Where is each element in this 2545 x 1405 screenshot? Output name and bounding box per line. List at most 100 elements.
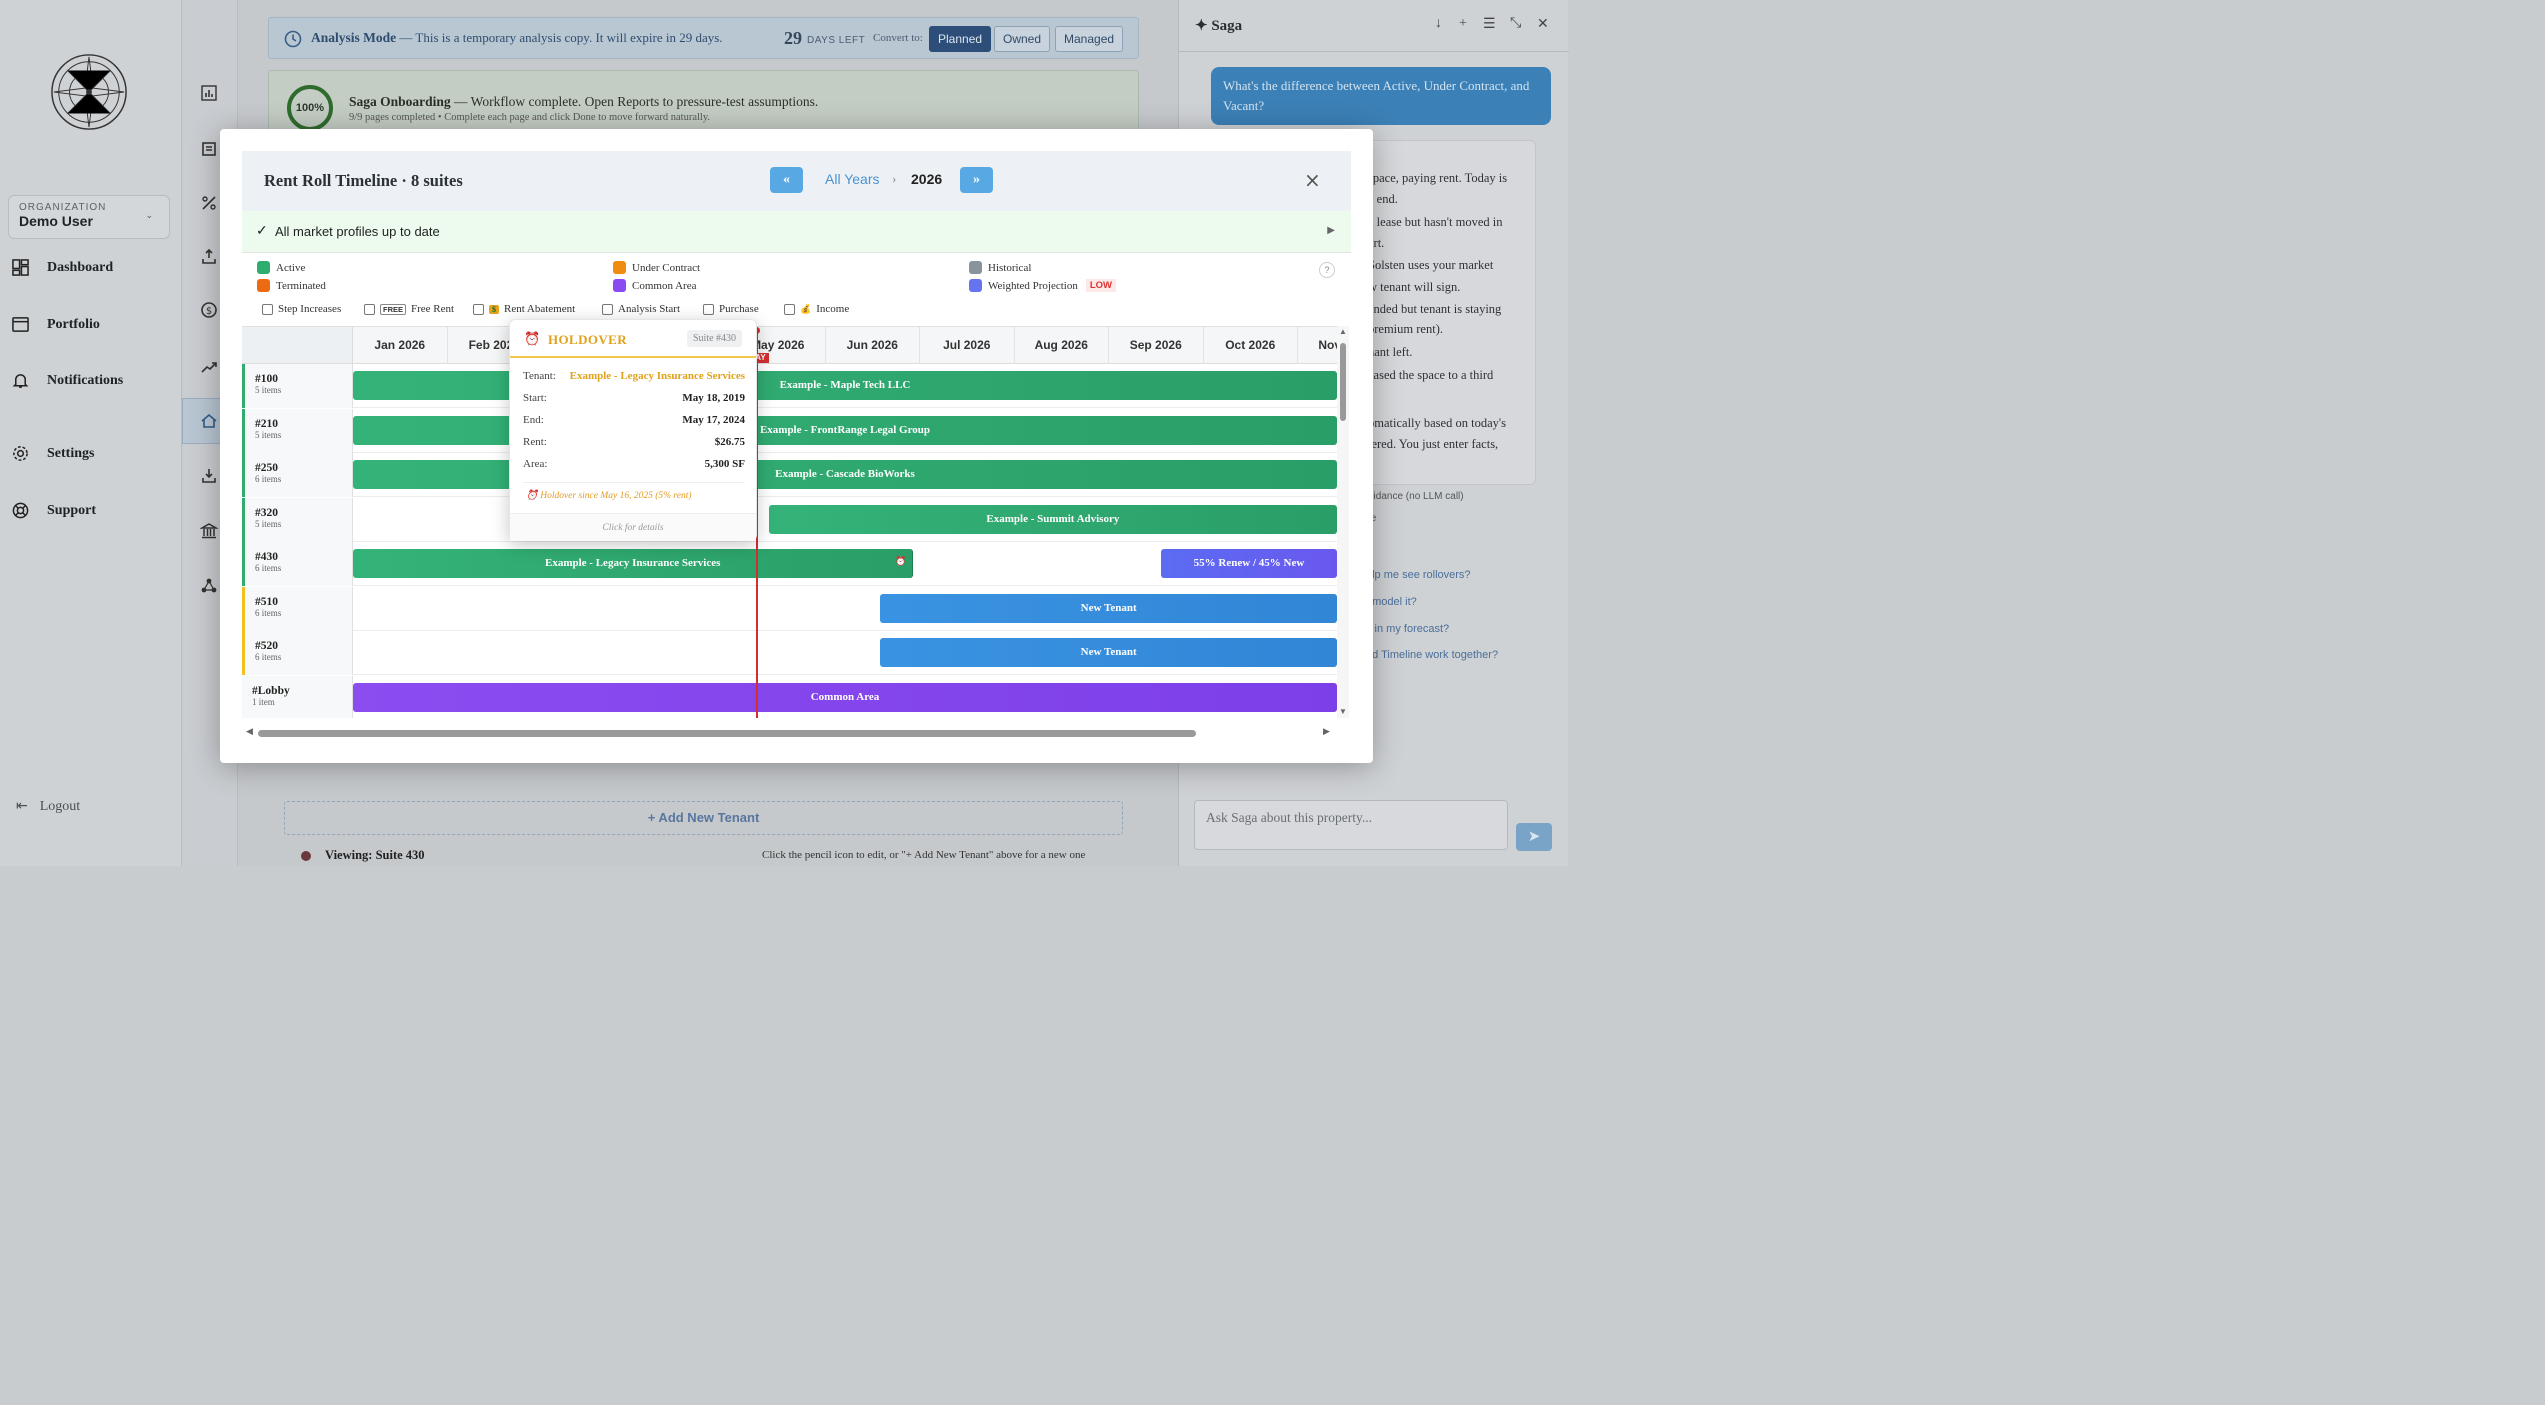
lease-bar-active[interactable]: Example - Summit Advisory bbox=[768, 504, 1337, 534]
saga-input[interactable]: Ask Saga about this property... bbox=[1194, 800, 1508, 850]
suite-row-label[interactable]: #210 5 items bbox=[242, 408, 353, 453]
saga-header: ✦ Saga ↓ + ☰ ⤡ ✕ bbox=[1179, 0, 1569, 52]
suggestion-chip[interactable]: s in my forecast? bbox=[1366, 623, 1449, 635]
legend-swatch bbox=[257, 279, 270, 292]
tenant-value: Example - Legacy Insurance Services bbox=[569, 370, 745, 382]
help-icon[interactable]: ? bbox=[1319, 262, 1335, 278]
network-icon[interactable] bbox=[200, 577, 218, 595]
lease-bar-contract[interactable]: New Tenant bbox=[880, 638, 1337, 667]
lease-bar-common[interactable]: Common Area bbox=[353, 682, 1337, 712]
sparkle-icon: ✦ bbox=[1195, 18, 1208, 34]
modal-close-button[interactable]: × bbox=[1304, 168, 1321, 192]
checkbox[interactable] bbox=[473, 303, 484, 315]
lease-bar-active[interactable]: Example - Maple Tech LLC bbox=[353, 371, 1337, 400]
filter-purchase[interactable]: Purchase bbox=[703, 303, 759, 315]
sidebar-item-notifications[interactable]: Notifications bbox=[12, 372, 123, 389]
filter-free-rent[interactable]: FREE Free Rent bbox=[364, 303, 454, 315]
sidebar-item-portfolio[interactable]: Portfolio bbox=[12, 316, 100, 333]
rent-label: Rent: bbox=[523, 436, 547, 448]
legend-swatch bbox=[613, 279, 626, 292]
suite-row-label[interactable]: #510 6 items bbox=[242, 586, 353, 631]
filter-step-increases[interactable]: Step Increases bbox=[262, 303, 341, 315]
vertical-scrollbar[interactable]: ▲ ▼ bbox=[1337, 326, 1349, 718]
scroll-down-icon[interactable]: ▼ bbox=[1339, 707, 1347, 716]
convert-managed-button[interactable]: Managed bbox=[1055, 26, 1124, 52]
checkbox[interactable] bbox=[364, 303, 375, 315]
sidebar-item-label: Notifications bbox=[47, 372, 124, 388]
suite-id: #210 bbox=[255, 417, 278, 430]
checkbox[interactable] bbox=[262, 303, 273, 315]
tooltip-title: HOLDOVER bbox=[548, 332, 628, 347]
lease-bar-active[interactable]: Example - FrontRange Legal Group bbox=[353, 415, 1337, 445]
dollar-cycle-icon[interactable]: $ bbox=[200, 301, 218, 319]
alarm-clock-icon: ⏰ bbox=[895, 556, 907, 566]
checkbox[interactable] bbox=[703, 303, 714, 315]
area-label: Area: bbox=[523, 458, 548, 470]
money-icon: $ bbox=[489, 304, 499, 314]
lease-bar-contract[interactable]: New Tenant bbox=[880, 593, 1337, 623]
lease-bar-holdover[interactable]: Example - Legacy Insurance Services ⏰ bbox=[353, 549, 914, 578]
area-value: 5,300 SF bbox=[704, 458, 745, 470]
suite-row-label[interactable]: #320 5 items bbox=[242, 497, 353, 542]
trend-up-icon[interactable] bbox=[200, 358, 218, 376]
close-icon[interactable]: ✕ bbox=[1537, 16, 1549, 33]
suite-item-count: 6 items bbox=[255, 607, 282, 618]
tooltip-end-row: End: May 17, 2024 bbox=[523, 414, 745, 426]
next-year-button[interactable]: » bbox=[960, 167, 993, 193]
convert-owned-button[interactable]: Owned bbox=[994, 26, 1051, 52]
sidebar-item-support[interactable]: Support bbox=[12, 502, 96, 519]
suite-row-label[interactable]: #100 5 items bbox=[242, 364, 353, 408]
bar-chart-icon[interactable] bbox=[200, 84, 218, 102]
checkbox[interactable] bbox=[602, 303, 613, 315]
organization-selector[interactable]: ORGANIZATION Demo User ⌄ bbox=[8, 195, 170, 239]
filter-analysis-start[interactable]: Analysis Start bbox=[602, 303, 680, 315]
horizontal-scroll-thumb[interactable] bbox=[258, 730, 1196, 737]
lifebuoy-icon bbox=[12, 502, 29, 519]
saga-title: Saga bbox=[1211, 18, 1243, 34]
home-icon[interactable] bbox=[200, 412, 218, 430]
prev-year-button[interactable]: « bbox=[770, 167, 803, 193]
suite-row-label[interactable]: #250 6 items bbox=[242, 453, 353, 497]
scroll-up-icon[interactable]: ▲ bbox=[1339, 327, 1347, 336]
convert-label: Convert to: bbox=[873, 32, 923, 44]
upload-tray-icon[interactable] bbox=[200, 248, 218, 266]
answer-line: nant left. bbox=[1368, 345, 1413, 359]
bank-icon[interactable] bbox=[199, 522, 219, 540]
market-profiles-status[interactable]: ✓ All market profiles up to date ▶ bbox=[242, 211, 1351, 253]
building-icon[interactable] bbox=[200, 140, 218, 158]
suite-row-label[interactable]: #430 6 items bbox=[242, 542, 353, 586]
suggestion-chip[interactable]: nd Timeline work together? bbox=[1366, 649, 1498, 661]
horizontal-scrollbar[interactable]: ◀ ▶ bbox=[242, 726, 1337, 740]
vertical-scroll-thumb[interactable] bbox=[1340, 343, 1346, 421]
send-button[interactable]: ➤ bbox=[1516, 823, 1552, 851]
sidebar-item-dashboard[interactable]: Dashboard bbox=[12, 259, 113, 276]
menu-icon[interactable]: ☰ bbox=[1483, 16, 1496, 33]
checkbox[interactable] bbox=[784, 303, 795, 315]
download-tray-icon[interactable] bbox=[200, 467, 218, 485]
bell-icon bbox=[12, 374, 29, 388]
convert-planned-button[interactable]: Planned bbox=[929, 26, 992, 52]
suggestion-chip[interactable]: I model it? bbox=[1366, 596, 1417, 608]
holdover-tooltip[interactable]: ⏰ HOLDOVER Suite #430 Tenant: Example - L… bbox=[509, 319, 757, 541]
download-icon[interactable]: ↓ bbox=[1435, 16, 1442, 32]
month-header-cell: Jul 2026 bbox=[920, 327, 1015, 364]
legend-label: Common Area bbox=[632, 279, 697, 292]
sidebar-item-settings[interactable]: Settings bbox=[12, 445, 94, 462]
lease-bar-projection[interactable]: 55% Renew / 45% New bbox=[1160, 549, 1337, 578]
tooltip-footer[interactable]: Click for details bbox=[510, 513, 756, 541]
percent-icon[interactable] bbox=[200, 194, 218, 212]
lease-bar-active[interactable]: Example - Cascade BioWorks bbox=[353, 460, 1337, 489]
filter-income[interactable]: 💰 Income bbox=[784, 303, 849, 315]
suite-row-label[interactable]: #520 6 items bbox=[242, 631, 353, 675]
scroll-right-icon[interactable]: ▶ bbox=[1323, 726, 1330, 737]
suggestion-chip[interactable]: elp me see rollovers? bbox=[1366, 569, 1471, 581]
all-years-link[interactable]: All Years bbox=[825, 171, 879, 187]
expand-icon[interactable]: ⤡ bbox=[1510, 16, 1521, 32]
filter-rent-abatement[interactable]: $ Rent Abatement bbox=[473, 303, 575, 315]
expand-arrow-icon[interactable]: ▶ bbox=[1327, 225, 1335, 236]
new-chat-icon[interactable]: + bbox=[1459, 16, 1467, 32]
logout-button[interactable]: ⇤ Logout bbox=[16, 798, 80, 815]
scroll-left-icon[interactable]: ◀ bbox=[246, 726, 253, 737]
suite-row-label[interactable]: #Lobby 1 item bbox=[242, 675, 353, 718]
add-tenant-button[interactable]: + Add New Tenant bbox=[284, 801, 1123, 835]
